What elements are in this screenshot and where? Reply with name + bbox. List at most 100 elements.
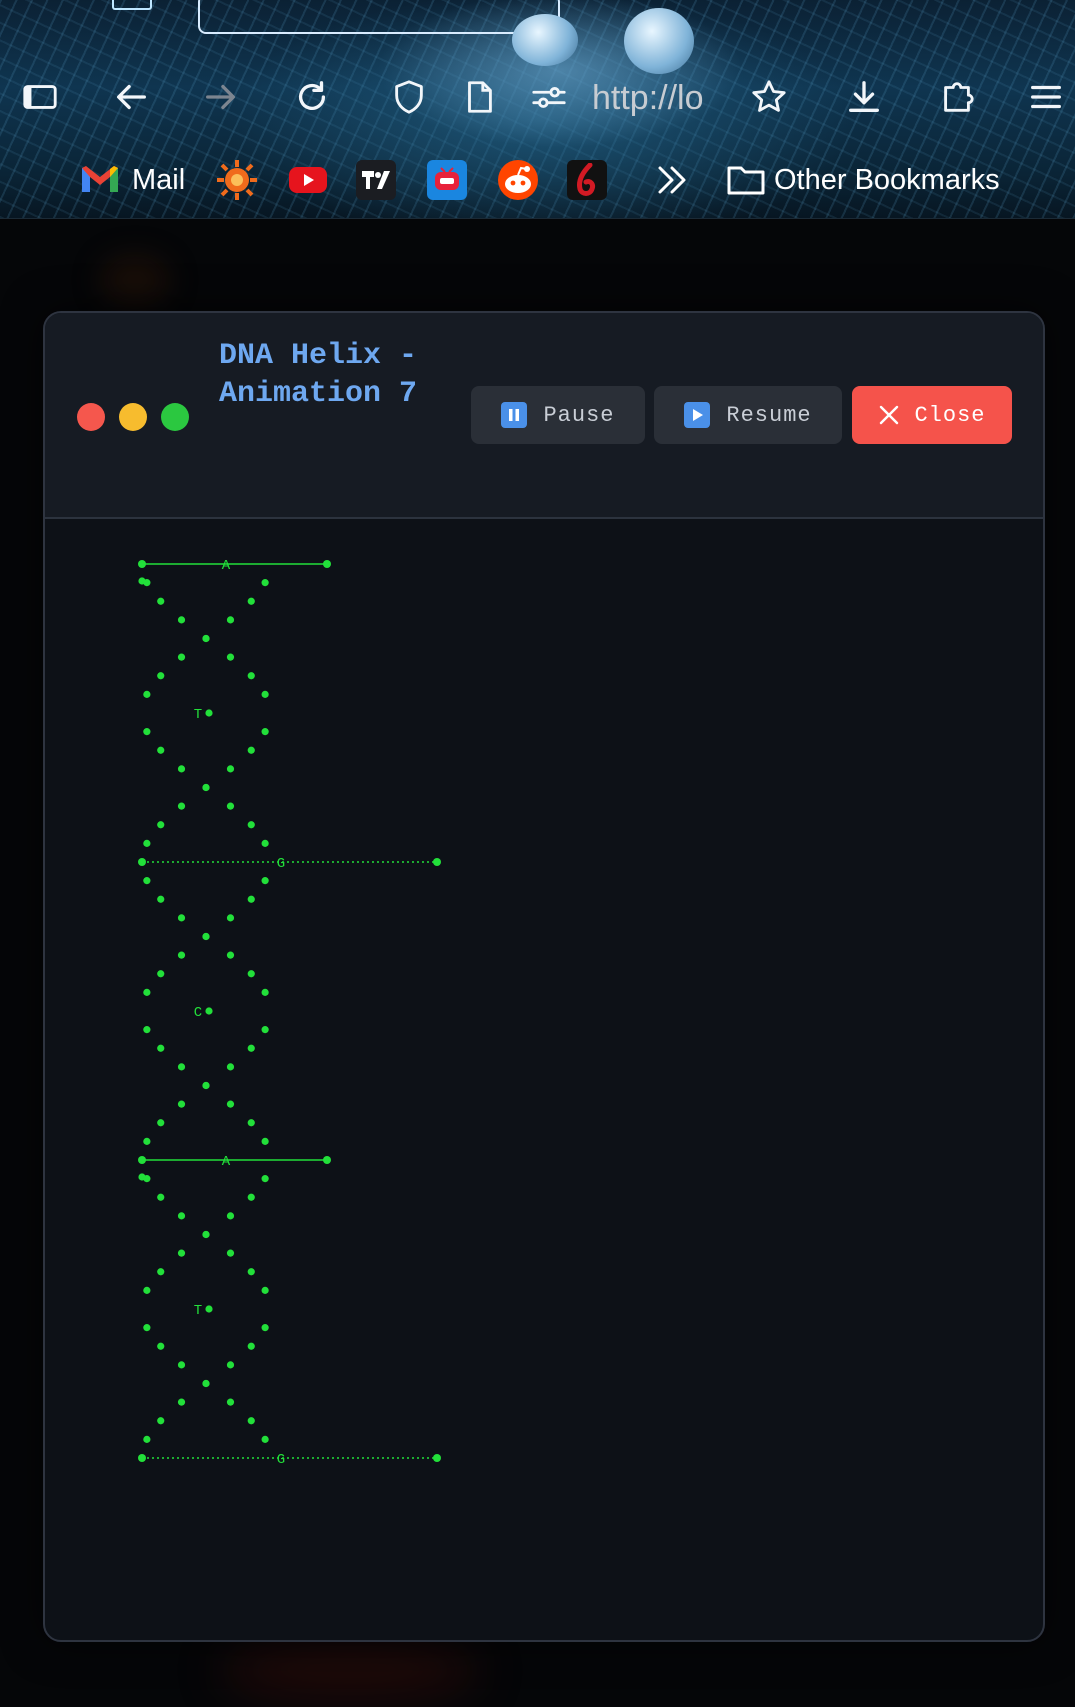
strand-dot: [202, 1379, 210, 1388]
strand-dot: [177, 1100, 186, 1108]
decorative-bubble: [512, 14, 578, 66]
strand-dot: [177, 653, 186, 661]
back-arrow-icon[interactable]: [110, 76, 152, 118]
bookmark-red-app[interactable]: [567, 160, 607, 200]
bond-end-dot: [433, 858, 441, 866]
strand-dot: [157, 821, 165, 829]
page-icon[interactable]: [458, 76, 500, 118]
strand-dot: [157, 597, 165, 605]
strand-dot: [226, 1063, 235, 1071]
pause-button[interactable]: Pause: [471, 386, 645, 444]
strand-dot: [247, 895, 255, 903]
strand-dot: [177, 1063, 186, 1071]
strand-dot: [261, 1137, 269, 1145]
strand-dot: [226, 1212, 235, 1220]
menu-icon[interactable]: [1025, 76, 1067, 118]
strand-dot: [247, 821, 255, 829]
strand-dot: [177, 951, 186, 959]
strand-dot: [261, 839, 269, 847]
strand-dot: [261, 579, 269, 587]
strand-dot: [247, 746, 255, 754]
strand-dot: [143, 1435, 151, 1443]
bookmark-mail-label: Mail: [132, 163, 186, 196]
resume-button[interactable]: Resume: [654, 386, 842, 444]
strand-dot: [157, 1417, 165, 1425]
navigation-toolbar: http://lo: [0, 68, 1075, 124]
strand-dot: [247, 970, 255, 978]
bookmark-mail[interactable]: Mail: [80, 160, 185, 200]
strand-dot: [157, 970, 165, 978]
strand-dot: [261, 1286, 269, 1294]
extensions-icon[interactable]: [936, 76, 978, 118]
base-label: T: [194, 1303, 202, 1319]
strand-dot: [226, 951, 235, 959]
downloads-icon[interactable]: [843, 76, 885, 118]
strand-dot: [177, 802, 186, 810]
bookmark-star-icon[interactable]: [748, 76, 790, 118]
strand-dot: [247, 1417, 255, 1425]
strand-dot: [143, 1286, 151, 1294]
bookmark-other[interactable]: Other Bookmarks: [726, 160, 1000, 200]
strand-dot: [157, 746, 165, 754]
strand-dot: [202, 634, 210, 643]
strand-dot: [177, 1249, 186, 1257]
strand-dot: [261, 728, 269, 736]
window-maximize-dot[interactable]: [161, 403, 189, 431]
shield-icon[interactable]: [388, 76, 430, 118]
window-close-dot[interactable]: [77, 403, 105, 431]
bookmarks-overflow-chevron-icon[interactable]: [654, 160, 690, 200]
bookmark-youtube[interactable]: [288, 160, 328, 200]
folder-icon: [727, 166, 765, 195]
strand-dot: [247, 1193, 255, 1201]
base-label: C: [194, 1005, 202, 1021]
resume-button-label: Resume: [726, 402, 812, 428]
strand-dot: [143, 988, 151, 996]
sidebar-toggle-icon[interactable]: [19, 76, 61, 118]
base-label: A: [222, 558, 231, 574]
bookmark-sun[interactable]: [216, 160, 258, 200]
strand-dot: [247, 597, 255, 605]
close-button-label: Close: [914, 402, 986, 428]
strand-dot: [261, 690, 269, 698]
bookmark-reddit[interactable]: [497, 160, 539, 200]
tab-icon[interactable]: [112, 0, 152, 10]
strand-dot: [247, 1119, 255, 1127]
active-tab[interactable]: [198, 0, 560, 34]
youtube-icon: [289, 167, 327, 193]
tv-app-icon: [427, 160, 467, 200]
strand-dot: [261, 1175, 269, 1183]
dna-helix: A T G C A T G: [138, 558, 441, 1468]
strand-dot: [157, 895, 165, 903]
bond-end-dot: [138, 858, 146, 866]
bookmark-other-label: Other Bookmarks: [774, 163, 1000, 196]
window-header: DNA Helix - Animation 7 Pause Resume Clo…: [45, 313, 1043, 519]
close-icon: [880, 405, 899, 425]
strand-dot: [157, 1044, 165, 1052]
strand-dot: [177, 1361, 186, 1369]
tradingview-icon: [356, 160, 396, 200]
strand-dot: [205, 709, 213, 717]
bond-end-dot: [138, 1156, 146, 1164]
strand-dot: [157, 1268, 165, 1276]
strand-dot: [157, 1193, 165, 1201]
strand-dot: [143, 839, 151, 847]
strand-dot: [157, 1119, 165, 1127]
gmail-icon: [82, 166, 118, 192]
background-glow: [100, 255, 170, 305]
animation-window: DNA Helix - Animation 7 Pause Resume Clo…: [43, 311, 1045, 1642]
window-minimize-dot[interactable]: [119, 403, 147, 431]
browser-chrome: http://lo Mail Other Bookmarks: [0, 0, 1075, 219]
bookmarks-bar: Mail Other Bookmarks: [0, 160, 1075, 206]
strand-dot: [226, 802, 235, 810]
bookmark-tv-app[interactable]: [427, 160, 467, 200]
permissions-icon[interactable]: [528, 76, 570, 118]
strand-dot: [143, 1324, 151, 1332]
bond-end-dot: [138, 560, 146, 568]
reload-icon[interactable]: [291, 76, 333, 118]
strand-dot: [138, 1173, 146, 1181]
forward-arrow-icon[interactable]: [200, 76, 242, 118]
strand-dot: [247, 1268, 255, 1276]
bookmark-tradingview[interactable]: [356, 160, 396, 200]
close-button[interactable]: Close: [852, 386, 1012, 444]
address-bar[interactable]: http://lo: [592, 80, 722, 116]
